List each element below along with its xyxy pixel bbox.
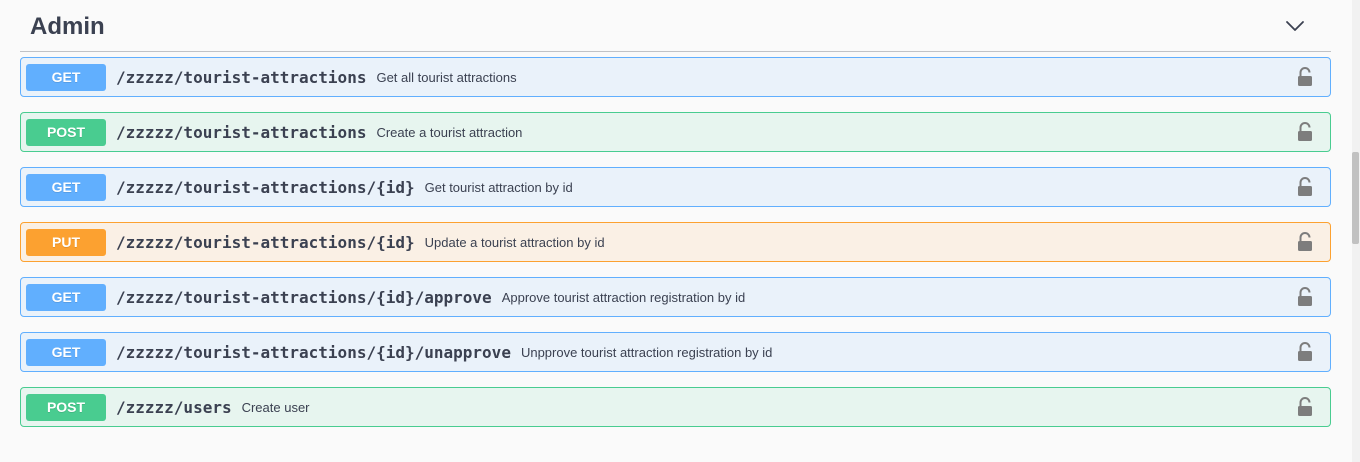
method-badge: GET <box>26 338 106 366</box>
unlocked-lock-icon[interactable] <box>1297 232 1313 252</box>
operation-path: /zzzzz/tourist-attractions/{id} <box>116 232 415 252</box>
operation-path: /zzzzz/users <box>116 397 232 417</box>
operation-summary: Get tourist attraction by id <box>424 179 573 195</box>
operation-path: /zzzzz/tourist-attractions <box>116 122 367 142</box>
operations-list: GET/zzzzz/tourist-attractions Get all tou… <box>20 57 1331 427</box>
chevron-down-icon[interactable] <box>1285 16 1305 36</box>
operation-summary: Approve tourist attraction registration … <box>501 289 746 305</box>
method-badge: PUT <box>26 228 106 256</box>
operation-path: /zzzzz/tourist-attractions/{id}/approve <box>116 287 492 307</box>
operation-summary: Create user <box>241 399 310 415</box>
operation-row[interactable]: POST/zzzzz/users Create user <box>20 387 1331 427</box>
operation-summary: Update a tourist attraction by id <box>424 234 605 250</box>
tag-header[interactable]: Admin <box>20 0 1331 52</box>
operation-row[interactable]: GET/zzzzz/tourist-attractions Get all tou… <box>20 57 1331 97</box>
tag-title: Admin <box>30 12 105 40</box>
tag-section-admin: Admin GET/zzzzz/tourist-attractions Get a… <box>20 0 1331 442</box>
unlocked-lock-icon[interactable] <box>1297 287 1313 307</box>
operation-summary: Unpprove tourist attraction registration… <box>520 344 773 360</box>
method-badge: GET <box>26 283 106 311</box>
method-badge: POST <box>26 118 106 146</box>
operation-row[interactable]: GET/zzzzz/tourist-attractions/{id} Get to… <box>20 167 1331 207</box>
operation-row[interactable]: GET/zzzzz/tourist-attractions/{id}/unapp… <box>20 332 1331 372</box>
operation-summary: Create a tourist attraction <box>376 124 523 140</box>
swagger-page: Admin GET/zzzzz/tourist-attractions Get a… <box>0 0 1360 462</box>
method-badge: POST <box>26 393 106 421</box>
unlocked-lock-icon[interactable] <box>1297 177 1313 197</box>
unlocked-lock-icon[interactable] <box>1297 67 1313 87</box>
operation-path: /zzzzz/tourist-attractions/{id} <box>116 177 415 197</box>
method-badge: GET <box>26 63 106 91</box>
method-badge: GET <box>26 173 106 201</box>
scrollbar-thumb[interactable] <box>1352 152 1359 244</box>
unlocked-lock-icon[interactable] <box>1297 397 1313 417</box>
operation-row[interactable]: POST/zzzzz/tourist-attractions Create a t… <box>20 112 1331 152</box>
operation-row[interactable]: GET/zzzzz/tourist-attractions/{id}/appro… <box>20 277 1331 317</box>
operation-path: /zzzzz/tourist-attractions <box>116 67 367 87</box>
operation-row[interactable]: PUT/zzzzz/tourist-attractions/{id} Update… <box>20 222 1331 262</box>
operation-summary: Get all tourist attractions <box>376 69 517 85</box>
scrollbar-track[interactable] <box>1352 0 1360 462</box>
unlocked-lock-icon[interactable] <box>1297 342 1313 362</box>
unlocked-lock-icon[interactable] <box>1297 122 1313 142</box>
operation-path: /zzzzz/tourist-attractions/{id}/unapprov… <box>116 342 511 362</box>
